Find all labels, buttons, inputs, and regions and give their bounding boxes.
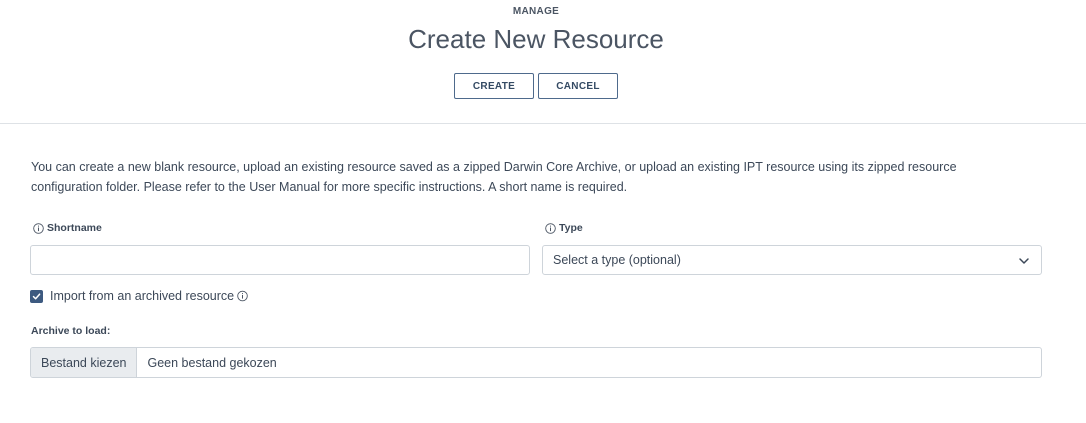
intro-text: You can create a new blank resource, upl… bbox=[31, 160, 957, 194]
shortname-label: Shortname bbox=[33, 222, 102, 234]
page-title: Create New Resource bbox=[408, 24, 664, 54]
import-archive-label[interactable]: Import from an archived resource bbox=[50, 289, 234, 303]
info-circle-icon[interactable] bbox=[237, 290, 248, 302]
create-button[interactable]: CREATE bbox=[454, 73, 534, 99]
section-eyebrow: MANAGE bbox=[512, 6, 560, 17]
page-header: MANAGE Create New Resource CREATE CANCEL bbox=[0, 0, 1086, 124]
type-select[interactable]: Select a type (optional) bbox=[542, 245, 1042, 275]
file-status-text: Geen bestand gekozen bbox=[147, 355, 277, 370]
shortname-input[interactable] bbox=[30, 245, 530, 275]
choose-file-button[interactable]: Bestand kiezen bbox=[31, 348, 138, 377]
chevron-down-icon bbox=[1019, 258, 1029, 264]
import-archive-row: Import from an archived resource bbox=[30, 289, 251, 303]
type-label-text: Type bbox=[559, 222, 583, 234]
checkmark-icon bbox=[32, 292, 41, 299]
info-circle-icon[interactable] bbox=[33, 222, 44, 234]
import-archive-checkbox[interactable] bbox=[30, 289, 43, 303]
type-label: Type bbox=[545, 222, 583, 234]
archive-file-input[interactable]: Bestand kiezen Geen bestand gekozen bbox=[30, 347, 1042, 378]
cancel-button[interactable]: CANCEL bbox=[538, 73, 618, 99]
shortname-label-text: Shortname bbox=[47, 222, 102, 234]
type-select-value: Select a type (optional) bbox=[553, 253, 681, 267]
info-circle-icon[interactable] bbox=[545, 222, 556, 234]
archive-label: Archive to load: bbox=[31, 325, 111, 337]
